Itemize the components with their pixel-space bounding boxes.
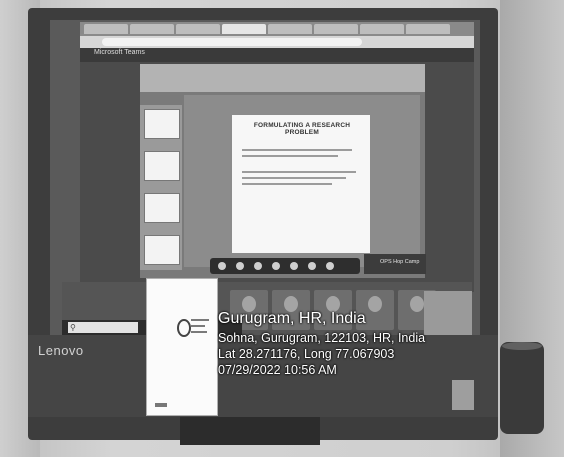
slide-title: FORMULATING A RESEARCH PROBLEM [253, 122, 351, 136]
browser-tab[interactable] [176, 24, 220, 34]
browser-tab[interactable] [84, 24, 128, 34]
monitor-brand-logo: Lenovo [38, 343, 84, 358]
geotag-coordinates: Lat 28.271176, Long 77.067903 [218, 347, 395, 361]
url-field[interactable] [102, 38, 362, 46]
current-slide: FORMULATING A RESEARCH PROBLEM [232, 115, 370, 253]
mug-rim [502, 342, 542, 350]
slide-text-line [242, 149, 352, 151]
location-pin-icon [177, 319, 191, 337]
presentation-ribbon [140, 64, 425, 92]
slide-thumbnail[interactable] [144, 235, 180, 265]
slide-text-line [242, 183, 332, 185]
monitor-stand [180, 417, 320, 445]
control-button[interactable] [290, 262, 298, 270]
camera-label: OPS Hop Camp [380, 259, 420, 265]
camera-tile: OPS Hop Camp [364, 254, 426, 274]
browser-tab-active[interactable] [222, 24, 266, 34]
geotag-datetime: 07/29/2022 10:56 AM [218, 363, 337, 377]
browser-tab[interactable] [406, 24, 450, 34]
slide-thumbnail-panel [140, 105, 182, 270]
slide-text-line [242, 155, 338, 157]
slide-text-line [242, 177, 346, 179]
slide-thumbnail[interactable] [144, 193, 180, 223]
geotag-address: Sohna, Gurugram, 122103, HR, India [218, 331, 426, 345]
phone-app-text [191, 317, 211, 335]
control-button[interactable] [308, 262, 316, 270]
geotag-overlay: Gurugram, HR, India Sohna, Gurugram, 122… [214, 310, 454, 396]
control-button[interactable] [254, 262, 262, 270]
browser-tab[interactable] [268, 24, 312, 34]
address-bar [80, 36, 474, 48]
browser-tab[interactable] [360, 24, 404, 34]
desk-object [452, 380, 474, 410]
control-button[interactable] [218, 262, 226, 270]
phone-footer-mark [155, 403, 167, 407]
control-button[interactable] [236, 262, 244, 270]
teams-title: Microsoft Teams [94, 49, 145, 56]
slide-thumbnail[interactable] [144, 151, 180, 181]
phone-screen [146, 278, 218, 416]
taskbar-search-box[interactable]: ⚲ [68, 322, 138, 333]
browser-tab-strip [80, 22, 474, 36]
teams-header: Microsoft Teams [80, 48, 474, 62]
control-button[interactable] [326, 262, 334, 270]
control-button[interactable] [272, 262, 280, 270]
slide-thumbnail[interactable] [144, 109, 180, 139]
mug [500, 342, 544, 434]
search-icon: ⚲ [70, 323, 76, 332]
presenter-control-bar [210, 258, 360, 274]
slide-text-line [242, 171, 356, 173]
geotag-city: Gurugram, HR, India [218, 310, 366, 327]
browser-tab[interactable] [314, 24, 358, 34]
browser-tab[interactable] [130, 24, 174, 34]
